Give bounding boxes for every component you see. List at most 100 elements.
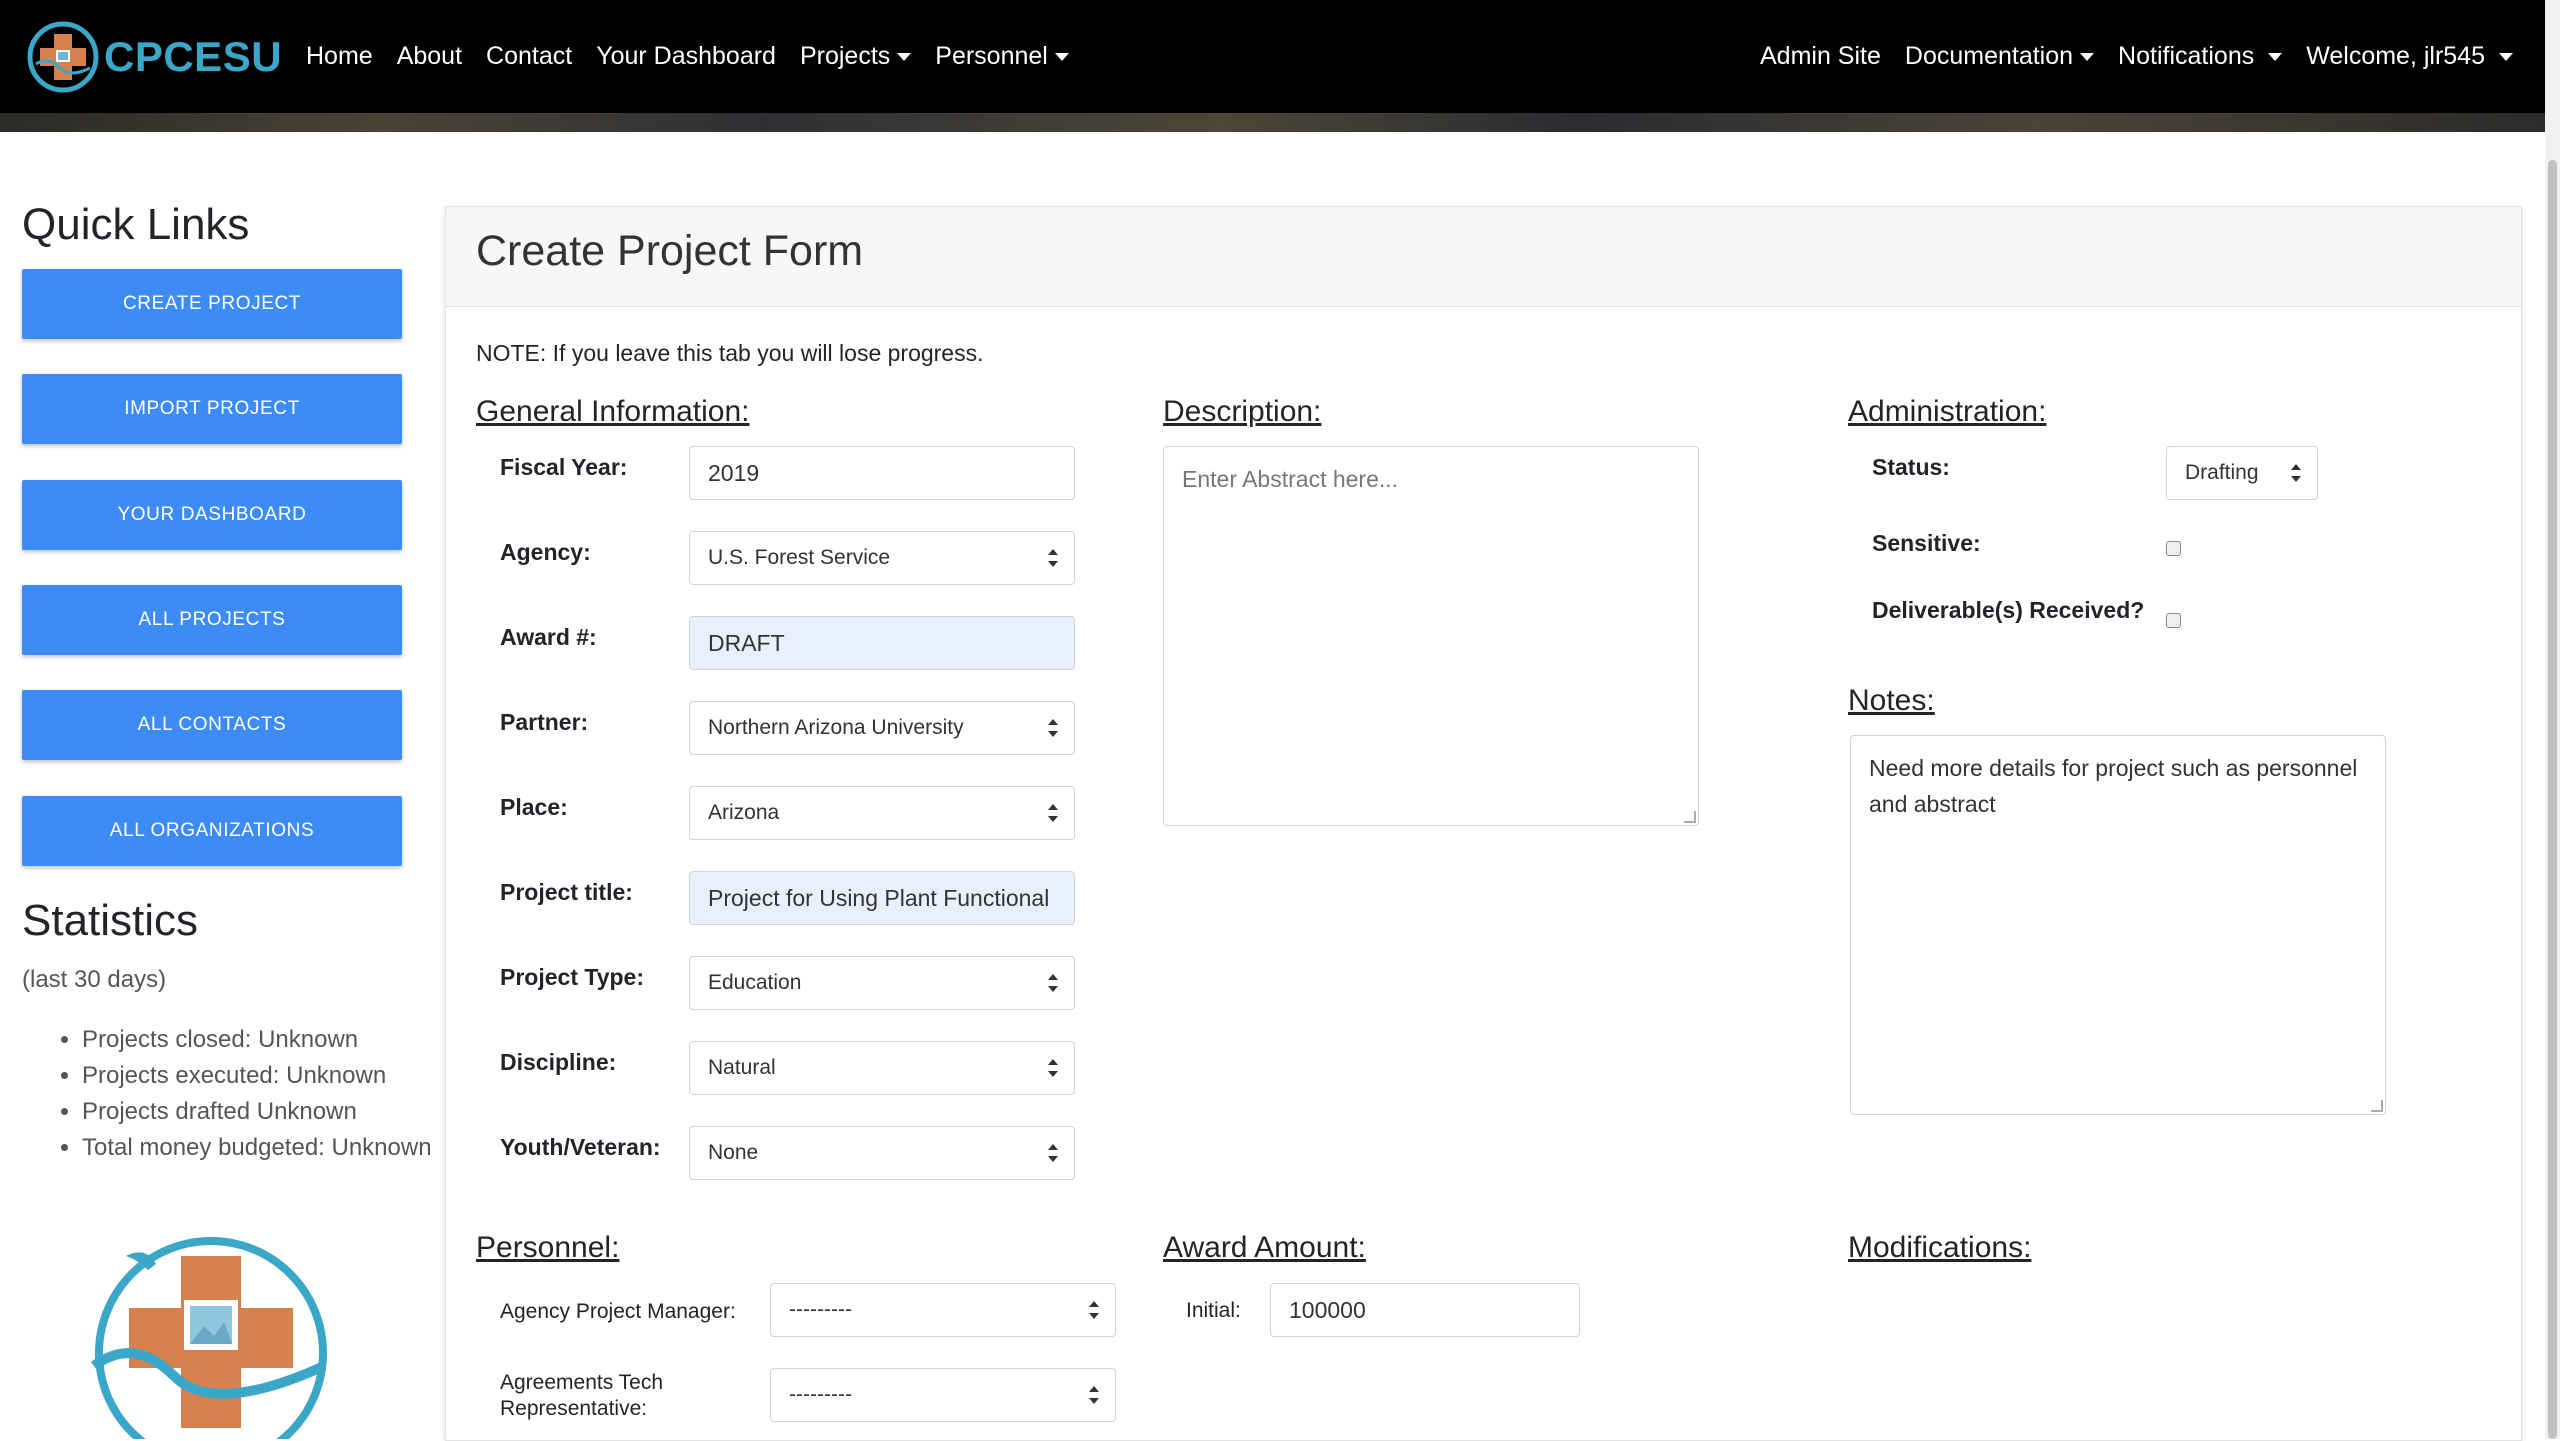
discipline-select[interactable]: Natural [689, 1041, 1075, 1095]
agency-project-manager-value: --------- [789, 1298, 852, 1321]
select-arrows-icon [1048, 1144, 1058, 1162]
nav-about[interactable]: About [397, 42, 462, 71]
import-project-button[interactable]: IMPORT PROJECT [22, 374, 402, 444]
nav-your-dashboard[interactable]: Your Dashboard [596, 42, 776, 71]
all-contacts-button[interactable]: ALL CONTACTS [22, 690, 402, 760]
sensitive-label: Sensitive: [1872, 530, 1981, 556]
description-heading: Description: [1163, 395, 1322, 428]
administration-heading: Administration: [1848, 395, 2047, 428]
nav-user-dropdown[interactable]: Welcome, jlr545 [2306, 42, 2513, 71]
notes-text: Need more details for project such as pe… [1869, 755, 2358, 817]
list-item: Projects drafted Unknown [82, 1094, 442, 1130]
agency-select-value: U.S. Forest Service [708, 546, 891, 569]
nav-documentation-label: Documentation [1904, 42, 2074, 70]
header-banner-strip [0, 113, 2545, 132]
place-select-value: Arizona [708, 801, 780, 824]
agreements-tech-rep-label: Agreements Tech Representative: [500, 1371, 664, 1420]
nav-documentation-dropdown[interactable]: Documentation [1904, 42, 2095, 71]
select-arrows-icon [1089, 1301, 1099, 1319]
select-arrows-icon [1048, 549, 1058, 567]
abstract-textarea[interactable]: Enter Abstract here... [1163, 446, 1699, 826]
caret-down-icon [897, 52, 912, 61]
nav-contact[interactable]: Contact [486, 42, 572, 71]
card-header: Create Project Form [446, 207, 2521, 307]
nav-user-label: Welcome, jlr545 [2306, 42, 2485, 70]
fiscal-year-field[interactable]: 2019 [689, 446, 1075, 500]
modifications-heading: Modifications: [1848, 1231, 2032, 1264]
agency-project-manager-select[interactable]: --------- [770, 1283, 1116, 1337]
nav-home[interactable]: Home [306, 42, 373, 71]
sensitive-checkbox[interactable] [2166, 541, 2181, 556]
select-arrows-icon [1048, 1059, 1058, 1077]
abstract-placeholder: Enter Abstract here... [1182, 466, 1399, 492]
list-item: Total money budgeted: Unknown [82, 1130, 442, 1166]
agency-label: Agency: [500, 539, 591, 565]
agreements-tech-rep-select[interactable]: --------- [770, 1368, 1116, 1422]
award-number-label: Award #: [500, 624, 597, 650]
nav-projects-label: Projects [799, 42, 891, 70]
notes-heading: Notes: [1848, 684, 1935, 717]
scrollbar-thumb[interactable] [2548, 160, 2557, 1439]
project-title-label: Project title: [500, 879, 633, 905]
top-navbar: CPCESU Home About Contact Your Dashboard… [0, 0, 2545, 113]
general-information-heading: General Information: [476, 395, 750, 428]
project-type-select[interactable]: Education [689, 956, 1075, 1010]
cpcesu-emblem-icon [91, 1237, 327, 1439]
all-organizations-button[interactable]: ALL ORGANIZATIONS [22, 796, 402, 866]
brand-logo[interactable]: CPCESU [26, 20, 282, 94]
project-title-field[interactable]: Project for Using Plant Functional [689, 871, 1075, 925]
partner-label: Partner: [500, 709, 589, 735]
place-select[interactable]: Arizona [689, 786, 1075, 840]
status-label: Status: [1872, 454, 1950, 480]
discipline-label: Discipline: [500, 1049, 617, 1075]
create-project-button[interactable]: CREATE PROJECT [22, 269, 402, 339]
status-select[interactable]: Drafting [2166, 446, 2318, 500]
resize-handle-icon[interactable] [2371, 1100, 2383, 1112]
agency-select[interactable]: U.S. Forest Service [689, 531, 1075, 585]
nav-projects-dropdown[interactable]: Projects [799, 42, 912, 71]
nav-main-links: Home About Contact Your Dashboard Projec… [306, 0, 1093, 113]
brand-name: CPCESU [104, 33, 283, 80]
nav-notifications-label: Notifications [2118, 42, 2255, 70]
project-type-select-value: Education [708, 971, 802, 994]
nav-personnel-dropdown[interactable]: Personnel [935, 42, 1069, 71]
resize-handle-icon[interactable] [1684, 811, 1696, 823]
partner-select[interactable]: Northern Arizona University [689, 701, 1075, 755]
nav-admin-site[interactable]: Admin Site [1760, 42, 1881, 71]
all-projects-button[interactable]: ALL PROJECTS [22, 585, 402, 655]
place-label: Place: [500, 794, 568, 820]
award-number-field[interactable]: DRAFT [689, 616, 1075, 670]
list-item: Projects closed: Unknown [82, 1022, 442, 1058]
nav-personnel-label: Personnel [935, 42, 1048, 70]
cpcesu-logo-icon [27, 21, 99, 93]
statistics-title: Statistics [22, 896, 199, 945]
caret-down-icon [2080, 52, 2095, 61]
agreements-tech-rep-value: --------- [789, 1383, 852, 1406]
personnel-heading: Personnel: [476, 1231, 620, 1264]
select-arrows-icon [1089, 1386, 1099, 1404]
statistics-subtitle: (last 30 days) [22, 966, 167, 993]
agency-project-manager-label: Agency Project Manager: [500, 1300, 736, 1323]
deliverables-checkbox[interactable] [2166, 613, 2181, 628]
list-item: Projects executed: Unknown [82, 1058, 442, 1094]
nav-notifications-dropdown[interactable]: Notifications [2118, 42, 2283, 71]
page-scrollbar[interactable] [2545, 0, 2560, 1439]
nav-user-links: Admin Site Documentation Notifications W… [1736, 0, 2513, 113]
notes-textarea[interactable]: Need more details for project such as pe… [1850, 735, 2386, 1115]
deliverables-label: Deliverable(s) Received? [1872, 597, 2145, 623]
initial-amount-field[interactable]: 100000 [1270, 1283, 1580, 1337]
project-type-label: Project Type: [500, 964, 644, 990]
select-arrows-icon [1048, 804, 1058, 822]
youth-veteran-select[interactable]: None [689, 1126, 1075, 1180]
your-dashboard-button[interactable]: YOUR DASHBOARD [22, 480, 402, 550]
initial-amount-label: Initial: [1186, 1299, 1241, 1322]
caret-down-icon [2499, 52, 2513, 61]
status-select-value: Drafting [2185, 461, 2259, 484]
select-arrows-icon [1048, 719, 1058, 737]
partner-select-value: Northern Arizona University [708, 716, 964, 739]
award-amount-heading: Award Amount: [1163, 1231, 1366, 1264]
statistics-list: Projects closed: Unknown Projects execut… [60, 1022, 442, 1166]
fiscal-year-label: Fiscal Year: [500, 454, 628, 480]
discipline-select-value: Natural [708, 1056, 776, 1079]
select-arrows-icon [2291, 464, 2301, 482]
